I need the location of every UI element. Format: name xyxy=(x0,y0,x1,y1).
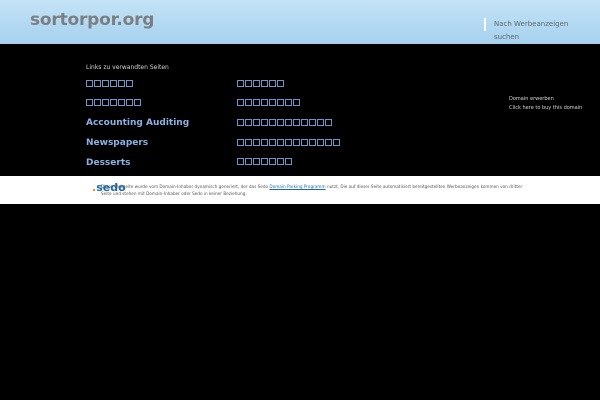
related-link-6[interactable] xyxy=(237,80,285,89)
missing-glyph-box xyxy=(110,80,117,87)
missing-glyph-box xyxy=(237,99,244,106)
related-link-accounting-auditing[interactable]: Accounting Auditing xyxy=(86,118,189,128)
missing-glyph-box xyxy=(269,80,276,87)
missing-glyph-box xyxy=(325,119,332,126)
missing-glyph-box xyxy=(269,119,276,126)
related-link-10[interactable] xyxy=(237,158,293,167)
missing-glyph-box xyxy=(126,80,133,87)
missing-glyph-box xyxy=(86,99,93,106)
missing-glyph-box xyxy=(118,80,125,87)
disclaimer-text: Diese Webseite wurde vom Domain-Inhaber … xyxy=(101,183,531,197)
missing-glyph-box xyxy=(269,99,276,106)
missing-glyph-box xyxy=(309,119,316,126)
missing-glyph-box xyxy=(293,99,300,106)
footer-bar: .sedo Diese Webseite wurde vom Domain-In… xyxy=(0,176,600,204)
missing-glyph-box xyxy=(261,139,268,146)
missing-glyph-box xyxy=(245,119,252,126)
missing-glyph-box xyxy=(237,119,244,126)
missing-glyph-box xyxy=(253,119,260,126)
missing-glyph-box xyxy=(277,139,284,146)
missing-glyph-box xyxy=(253,158,260,165)
missing-glyph-box xyxy=(134,99,141,106)
buy-domain-link[interactable]: Click here to buy this domain xyxy=(509,104,582,113)
missing-glyph-box xyxy=(237,158,244,165)
missing-glyph-box xyxy=(277,99,284,106)
missing-glyph-box xyxy=(237,139,244,146)
missing-glyph-box xyxy=(317,139,324,146)
search-ads-link[interactable]: Nach Werbeanzeigen suchen xyxy=(484,18,600,41)
missing-glyph-box xyxy=(261,119,268,126)
missing-glyph-box xyxy=(293,119,300,126)
missing-glyph-box xyxy=(110,99,117,106)
missing-glyph-box xyxy=(333,139,340,146)
missing-glyph-box xyxy=(309,139,316,146)
missing-glyph-box xyxy=(285,119,292,126)
missing-glyph-box xyxy=(245,139,252,146)
missing-glyph-box xyxy=(245,99,252,106)
missing-glyph-box xyxy=(293,139,300,146)
missing-glyph-box xyxy=(285,139,292,146)
missing-glyph-box xyxy=(253,80,260,87)
related-link-8[interactable] xyxy=(237,119,333,128)
missing-glyph-box xyxy=(269,139,276,146)
missing-glyph-box xyxy=(261,158,268,165)
missing-glyph-box xyxy=(94,99,101,106)
missing-glyph-box xyxy=(277,119,284,126)
missing-glyph-box xyxy=(301,139,308,146)
missing-glyph-box xyxy=(237,80,244,87)
domain-sidebar: Domain erwerben Click here to buy this d… xyxy=(509,95,582,113)
missing-glyph-box xyxy=(102,99,109,106)
missing-glyph-box xyxy=(253,99,260,106)
missing-glyph-box xyxy=(86,80,93,87)
related-link-newspapers[interactable]: Newspapers xyxy=(86,138,148,148)
missing-glyph-box xyxy=(277,80,284,87)
buy-domain-heading[interactable]: Domain erwerben xyxy=(509,95,582,104)
missing-glyph-box xyxy=(269,158,276,165)
header-bar: sortorpor.org Nach Werbeanzeigen suchen xyxy=(0,0,600,44)
site-title[interactable]: sortorpor.org xyxy=(30,10,154,30)
missing-glyph-box xyxy=(126,99,133,106)
missing-glyph-box xyxy=(325,139,332,146)
missing-glyph-box xyxy=(317,119,324,126)
related-links-heading: Links zu verwandten Seiten xyxy=(86,64,169,71)
missing-glyph-box xyxy=(301,119,308,126)
missing-glyph-box xyxy=(285,99,292,106)
missing-glyph-box xyxy=(285,158,292,165)
missing-glyph-box xyxy=(245,80,252,87)
missing-glyph-box xyxy=(261,80,268,87)
missing-glyph-box xyxy=(118,99,125,106)
missing-glyph-box xyxy=(261,99,268,106)
missing-glyph-box xyxy=(102,80,109,87)
related-link-desserts[interactable]: Desserts xyxy=(86,158,131,168)
main-content: Links zu verwandten Seiten Accounting Au… xyxy=(0,44,600,176)
related-link-7[interactable] xyxy=(237,99,301,108)
missing-glyph-box xyxy=(253,139,260,146)
related-link-9[interactable] xyxy=(237,139,341,148)
disclaimer-part-1: Diese Webseite wurde vom Domain-Inhaber … xyxy=(101,184,269,189)
related-link-1[interactable] xyxy=(86,80,134,89)
related-link-2[interactable] xyxy=(86,99,142,108)
missing-glyph-box xyxy=(94,80,101,87)
domain-parking-link[interactable]: Domain Parking Programm xyxy=(269,184,325,189)
missing-glyph-box xyxy=(277,158,284,165)
missing-glyph-box xyxy=(245,158,252,165)
